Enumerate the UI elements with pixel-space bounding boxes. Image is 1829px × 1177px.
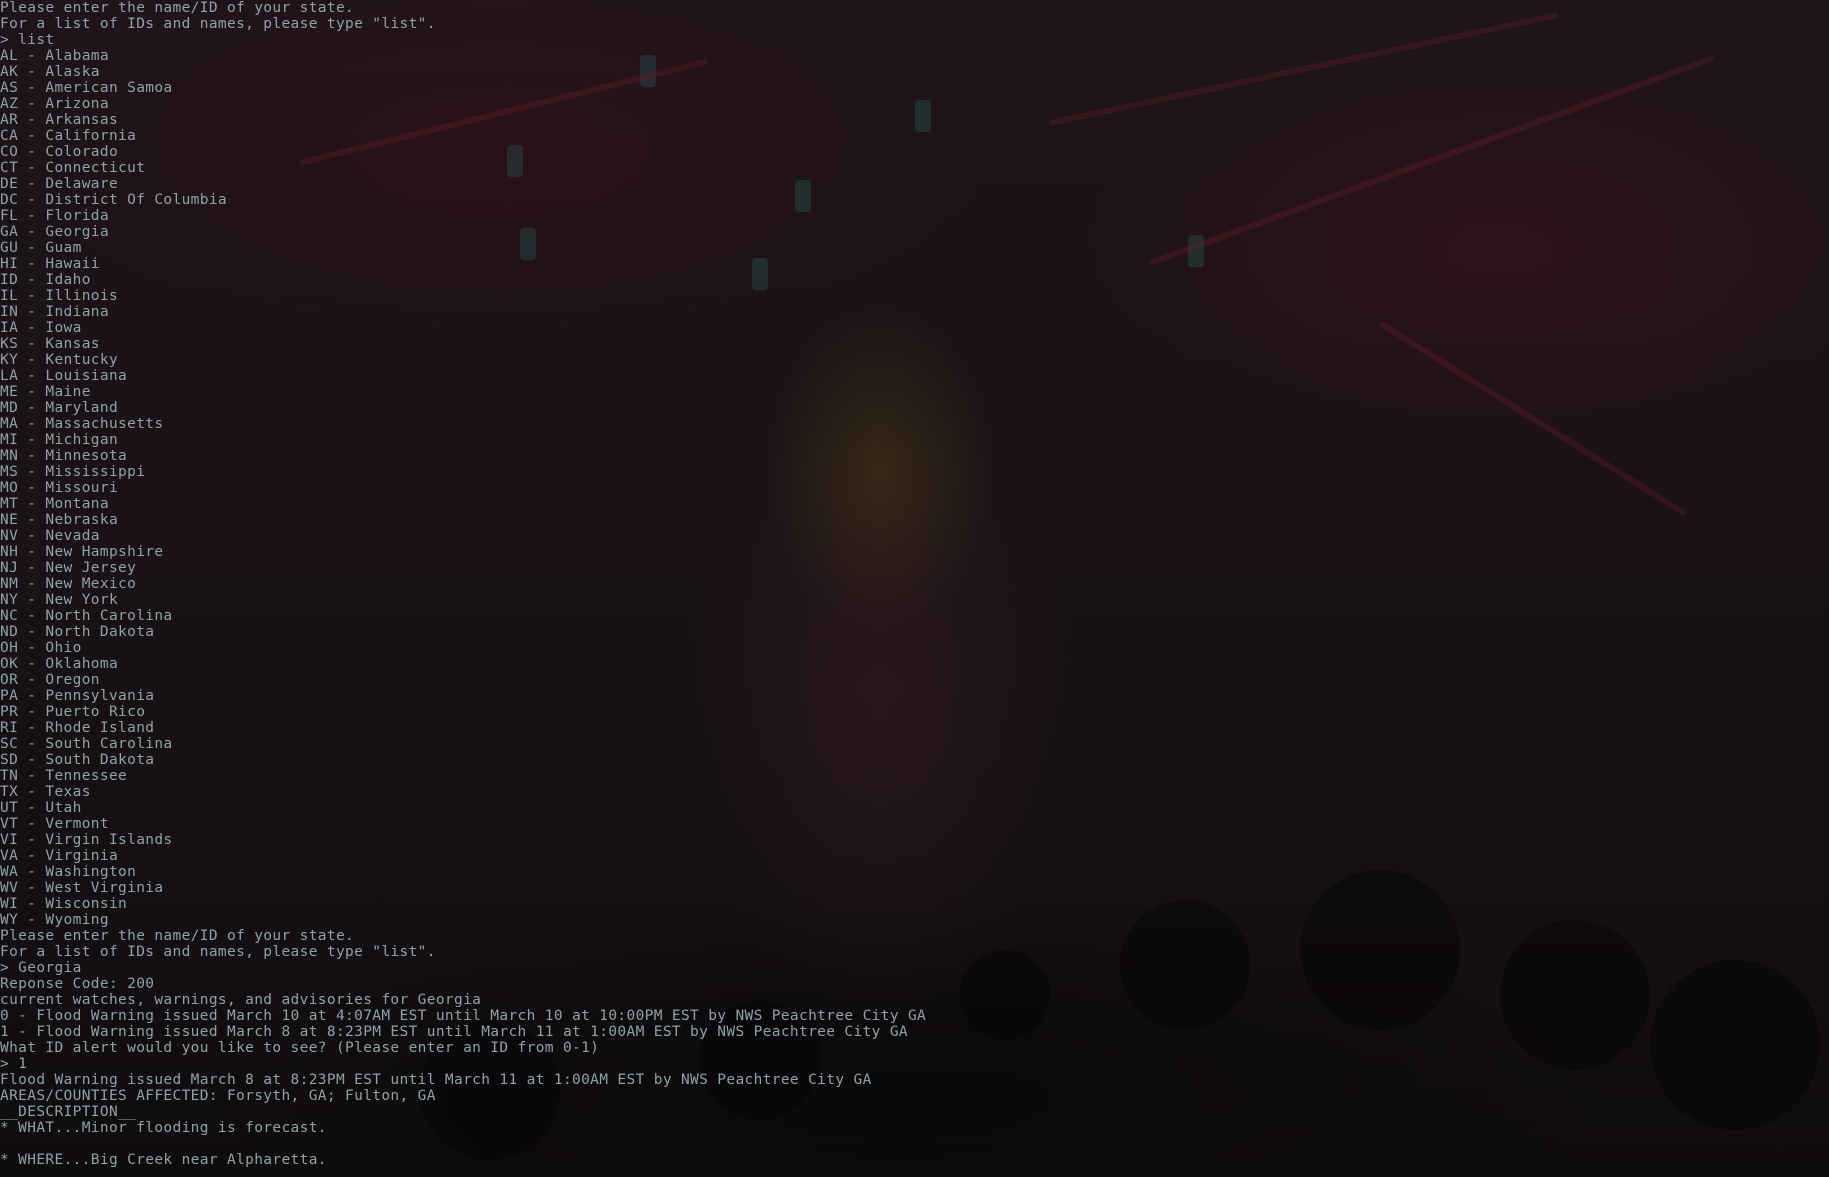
state-list-item: MD - Maryland [0, 400, 119, 416]
state-list-item: NJ - New Jersey [0, 560, 137, 576]
light-beam [1148, 54, 1715, 266]
terminal-line: Please enter the name/ID of your state. [0, 928, 355, 944]
crowd-silhouette [1120, 900, 1250, 1030]
state-list-item: OR - Oregon [0, 672, 100, 688]
state-list-item: TN - Tennessee [0, 768, 128, 784]
state-list-item: IA - Iowa [0, 320, 82, 336]
terminal-line: * WHERE...Big Creek near Alpharetta. [0, 1152, 327, 1168]
terminal-output[interactable]: Please enter the name/ID of your state. F… [0, 0, 926, 1168]
command-input-line: > Georgia [0, 960, 82, 976]
crowd-silhouette [1500, 920, 1650, 1070]
stage-light [1188, 235, 1204, 267]
state-list-item: UT - Utah [0, 800, 82, 816]
state-list-item: RI - Rhode Island [0, 720, 155, 736]
state-list-item: NY - New York [0, 592, 119, 608]
state-list-item: GU - Guam [0, 240, 82, 256]
crowd-silhouette [1300, 870, 1460, 1030]
state-list-item: GA - Georgia [0, 224, 109, 240]
state-list-item: NC - North Carolina [0, 608, 173, 624]
terminal-line: Please enter the name/ID of your state. [0, 0, 355, 16]
crowd-silhouette [1650, 960, 1820, 1130]
state-list-item: DE - Delaware [0, 176, 119, 192]
terminal-line: Flood Warning issued March 8 at 8:23PM E… [0, 1072, 872, 1088]
state-list-item: AS - American Samoa [0, 80, 173, 96]
state-list-item: AK - Alaska [0, 64, 100, 80]
state-list-item: SD - South Dakota [0, 752, 155, 768]
state-list-item: ND - North Dakota [0, 624, 155, 640]
state-list-item: SC - South Carolina [0, 736, 173, 752]
crowd-silhouette [960, 950, 1050, 1040]
state-list-item: WI - Wisconsin [0, 896, 128, 912]
state-list-item: WY - Wyoming [0, 912, 109, 928]
terminal-line: For a list of IDs and names, please type… [0, 16, 436, 32]
command-input-line: > list [0, 32, 55, 48]
state-list-item: VT - Vermont [0, 816, 109, 832]
terminal-line: Reponse Code: 200 [0, 976, 155, 992]
state-list-item: PA - Pennsylvania [0, 688, 155, 704]
state-list-item: WA - Washington [0, 864, 137, 880]
state-list-item: NH - New Hampshire [0, 544, 164, 560]
state-list-item: NM - New Mexico [0, 576, 137, 592]
state-list-item: PR - Puerto Rico [0, 704, 146, 720]
state-list-item: IL - Illinois [0, 288, 119, 304]
state-list-item: FL - Florida [0, 208, 109, 224]
state-list-item: WV - West Virginia [0, 880, 164, 896]
alert-list-item: 0 - Flood Warning issued March 10 at 4:0… [0, 1008, 927, 1024]
light-beam [1049, 11, 1560, 126]
state-list-item: NE - Nebraska [0, 512, 119, 528]
state-list-item: MN - Minnesota [0, 448, 128, 464]
state-list-item: TX - Texas [0, 784, 91, 800]
state-list-item: AR - Arkansas [0, 112, 119, 128]
state-list-item: OH - Ohio [0, 640, 82, 656]
state-list-item: VI - Virgin Islands [0, 832, 173, 848]
command-input-line: > 1 [0, 1056, 28, 1072]
state-list-item: NV - Nevada [0, 528, 100, 544]
light-beam [1378, 320, 1687, 517]
terminal-line: For a list of IDs and names, please type… [0, 944, 436, 960]
state-list-item: IN - Indiana [0, 304, 109, 320]
state-list-item: CO - Colorado [0, 144, 119, 160]
state-list-item: MI - Michigan [0, 432, 119, 448]
state-list-item: KS - Kansas [0, 336, 100, 352]
terminal-line: current watches, warnings, and advisorie… [0, 992, 482, 1008]
state-list-item: LA - Louisiana [0, 368, 128, 384]
state-list-item: OK - Oklahoma [0, 656, 119, 672]
state-list-item: ME - Maine [0, 384, 91, 400]
state-list-item: KY - Kentucky [0, 352, 119, 368]
terminal-line: What ID alert would you like to see? (Pl… [0, 1040, 600, 1056]
terminal-line: * WHAT...Minor flooding is forecast. [0, 1120, 327, 1136]
state-list-item: MS - Mississippi [0, 464, 146, 480]
state-list-item: AL - Alabama [0, 48, 109, 64]
state-list-item: CT - Connecticut [0, 160, 146, 176]
state-list-item: MT - Montana [0, 496, 109, 512]
terminal-line: __DESCRIPTION__ [0, 1104, 137, 1120]
state-list-item: HI - Hawaii [0, 256, 100, 272]
terminal-line: AREAS/COUNTIES AFFECTED: Forsyth, GA; Fu… [0, 1088, 436, 1104]
state-list-item: CA - California [0, 128, 137, 144]
terminal-window[interactable]: Please enter the name/ID of your state. F… [0, 0, 1829, 1177]
state-list-item: VA - Virginia [0, 848, 119, 864]
alert-list-item: 1 - Flood Warning issued March 8 at 8:23… [0, 1024, 908, 1040]
state-list-item: AZ - Arizona [0, 96, 109, 112]
state-list-item: DC - District Of Columbia [0, 192, 227, 208]
state-list-item: ID - Idaho [0, 272, 91, 288]
state-list-item: MA - Massachusetts [0, 416, 164, 432]
state-list-item: MO - Missouri [0, 480, 119, 496]
